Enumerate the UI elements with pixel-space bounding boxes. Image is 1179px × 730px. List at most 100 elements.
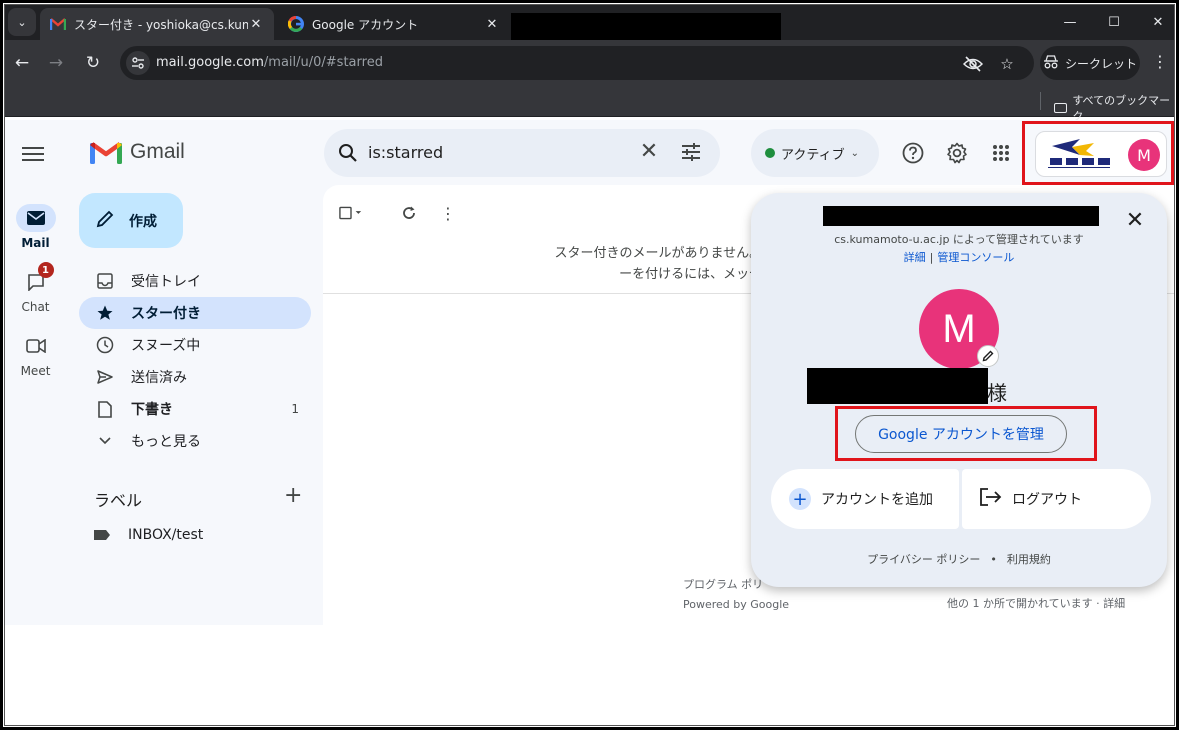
- select-checkbox[interactable]: [339, 201, 363, 225]
- tab-title: Google アカウント: [312, 17, 419, 32]
- tab-google-account[interactable]: Google アカウント ✕: [278, 8, 510, 40]
- tab-gmail[interactable]: スター付き - yoshioka@cs.kumam ✕: [40, 8, 274, 40]
- close-icon[interactable]: ✕: [1123, 209, 1147, 233]
- logout-button[interactable]: ログアウト: [962, 469, 1151, 529]
- nav-item-drafts[interactable]: 下書き 1: [79, 393, 311, 425]
- details-link[interactable]: 詳細: [904, 251, 926, 264]
- rail-label-mail: Mail: [21, 236, 50, 250]
- mail-icon: [15, 204, 56, 232]
- browser-toolbar: ← → ↻ mail.google.com/mail/u/0/#starred …: [4, 40, 1175, 86]
- plus-icon: +: [789, 488, 811, 510]
- account-chip[interactable]: M: [1035, 131, 1167, 177]
- refresh-icon[interactable]: [397, 201, 421, 225]
- minimize-button[interactable]: —: [1054, 10, 1086, 34]
- admin-console-link[interactable]: 管理コンソール: [937, 251, 1014, 264]
- add-account-button[interactable]: + アカウントを追加: [771, 469, 959, 529]
- chevron-down-icon: [95, 431, 115, 451]
- gmail-logo-text: Gmail: [130, 140, 185, 163]
- close-window-button[interactable]: ✕: [1142, 10, 1174, 34]
- site-info-icon[interactable]: [126, 51, 150, 75]
- app-rail: Mail 1 Chat Meet: [4, 120, 67, 625]
- star-icon: [95, 303, 115, 323]
- more-actions-icon[interactable]: ⋮: [436, 201, 460, 225]
- search-options-icon[interactable]: [680, 141, 704, 165]
- url-text[interactable]: mail.google.com/mail/u/0/#starred: [156, 55, 383, 70]
- redacted-name: [807, 368, 988, 404]
- back-arrow-icon[interactable]: ←: [10, 51, 34, 75]
- rail-label-meet: Meet: [20, 364, 51, 378]
- incognito-icon: [1043, 54, 1059, 72]
- active-status-dot: [765, 148, 775, 158]
- labels-heading: ラベル: [94, 491, 143, 510]
- inbox-icon: [95, 271, 115, 291]
- tab-close-icon[interactable]: ✕: [248, 17, 264, 32]
- send-icon: [95, 367, 115, 387]
- add-label-icon[interactable]: +: [284, 483, 302, 508]
- nav-item-inbox[interactable]: 受信トレイ: [79, 265, 311, 297]
- footer-dot: •: [990, 553, 997, 566]
- account-avatar[interactable]: M: [1128, 139, 1160, 171]
- chat-badge: 1: [37, 262, 54, 278]
- nav-item-sent[interactable]: 送信済み: [79, 361, 311, 393]
- nav-label: 送信済み: [131, 370, 187, 386]
- incognito-indicator[interactable]: シークレット: [1040, 46, 1140, 80]
- logout-icon: [980, 488, 1002, 510]
- reload-icon[interactable]: ↻: [81, 51, 105, 75]
- footer-activity[interactable]: 他の 1 か所で開かれています · 詳細: [947, 595, 1125, 611]
- bookmarks-bar: すべてのブックマーク: [4, 86, 1175, 123]
- forward-arrow-icon[interactable]: →: [44, 51, 68, 75]
- terms-link[interactable]: 利用規約: [1007, 553, 1051, 566]
- account-popup: ✕ cs.kumamoto-u.ac.jp によって管理されています 詳細 | 管理…: [751, 193, 1167, 587]
- gmail-favicon-icon: [50, 16, 66, 32]
- settings-gear-icon[interactable]: [945, 141, 969, 165]
- manage-google-account-button[interactable]: Google アカウントを管理: [855, 415, 1067, 453]
- edit-avatar-icon[interactable]: [977, 345, 999, 367]
- eye-off-icon[interactable]: [963, 54, 983, 74]
- nav-item-snoozed[interactable]: スヌーズ中: [79, 329, 311, 361]
- address-bar[interactable]: mail.google.com/mail/u/0/#starred ☆: [120, 46, 1034, 80]
- rail-item-chat[interactable]: 1 Chat: [4, 262, 67, 314]
- managed-by-text: cs.kumamoto-u.ac.jp によって管理されています: [834, 233, 1084, 246]
- gmail-logo[interactable]: Gmail: [90, 140, 185, 164]
- privacy-policy-link[interactable]: プライバシー ポリシー: [867, 553, 980, 566]
- rail-item-meet[interactable]: Meet: [4, 332, 67, 378]
- bookmarks-divider: [1040, 92, 1041, 110]
- organization-logo: [1042, 138, 1118, 170]
- popup-footer: プライバシー ポリシー • 利用規約: [751, 551, 1167, 567]
- nav-label: スター付き: [131, 306, 201, 322]
- video-icon: [16, 332, 56, 360]
- maximize-button[interactable]: ☐: [1098, 10, 1130, 34]
- tab-close-icon[interactable]: ✕: [484, 17, 500, 32]
- label-item[interactable]: INBOX/test: [94, 527, 203, 543]
- compose-label: 作成: [129, 213, 157, 230]
- label-name: INBOX/test: [128, 527, 204, 543]
- clock-icon: [95, 335, 115, 355]
- drafts-count: 1: [291, 402, 299, 416]
- chat-icon: 1: [16, 262, 56, 296]
- search-bar[interactable]: is:starred ✕: [324, 129, 720, 177]
- search-icon[interactable]: [336, 141, 360, 165]
- label-tag-icon: [94, 530, 110, 540]
- chevron-down-icon: ⌄: [850, 147, 859, 159]
- status-chip[interactable]: アクティブ ⌄: [751, 129, 879, 177]
- redacted-email: [823, 206, 1099, 226]
- folder-list: 受信トレイ スター付き スヌーズ中 送信済み 下書き 1 もっと見る: [79, 265, 311, 457]
- search-input[interactable]: is:starred: [368, 143, 443, 162]
- url-path: /mail/u/0/#starred: [263, 55, 383, 70]
- rail-label-chat: Chat: [21, 300, 50, 314]
- nav-item-more[interactable]: もっと見る: [79, 425, 311, 457]
- main-menu-icon[interactable]: [22, 143, 44, 165]
- clear-search-icon[interactable]: ✕: [636, 139, 662, 167]
- compose-button[interactable]: 作成: [79, 193, 183, 248]
- bookmark-star-icon[interactable]: ☆: [997, 54, 1017, 74]
- nav-item-starred[interactable]: スター付き: [79, 297, 311, 329]
- help-icon[interactable]: [901, 141, 925, 165]
- chrome-menu-icon[interactable]: ⋮: [1152, 52, 1168, 71]
- rail-item-mail[interactable]: Mail: [4, 204, 67, 250]
- apps-grid-icon[interactable]: [989, 141, 1013, 165]
- nav-label: 下書き: [131, 402, 173, 418]
- account-actions: + アカウントを追加 ログアウト: [771, 469, 1151, 529]
- url-host: mail.google.com: [156, 55, 264, 70]
- tab-search-button[interactable]: ⌄: [8, 8, 36, 36]
- gmail-m-icon: [90, 142, 122, 164]
